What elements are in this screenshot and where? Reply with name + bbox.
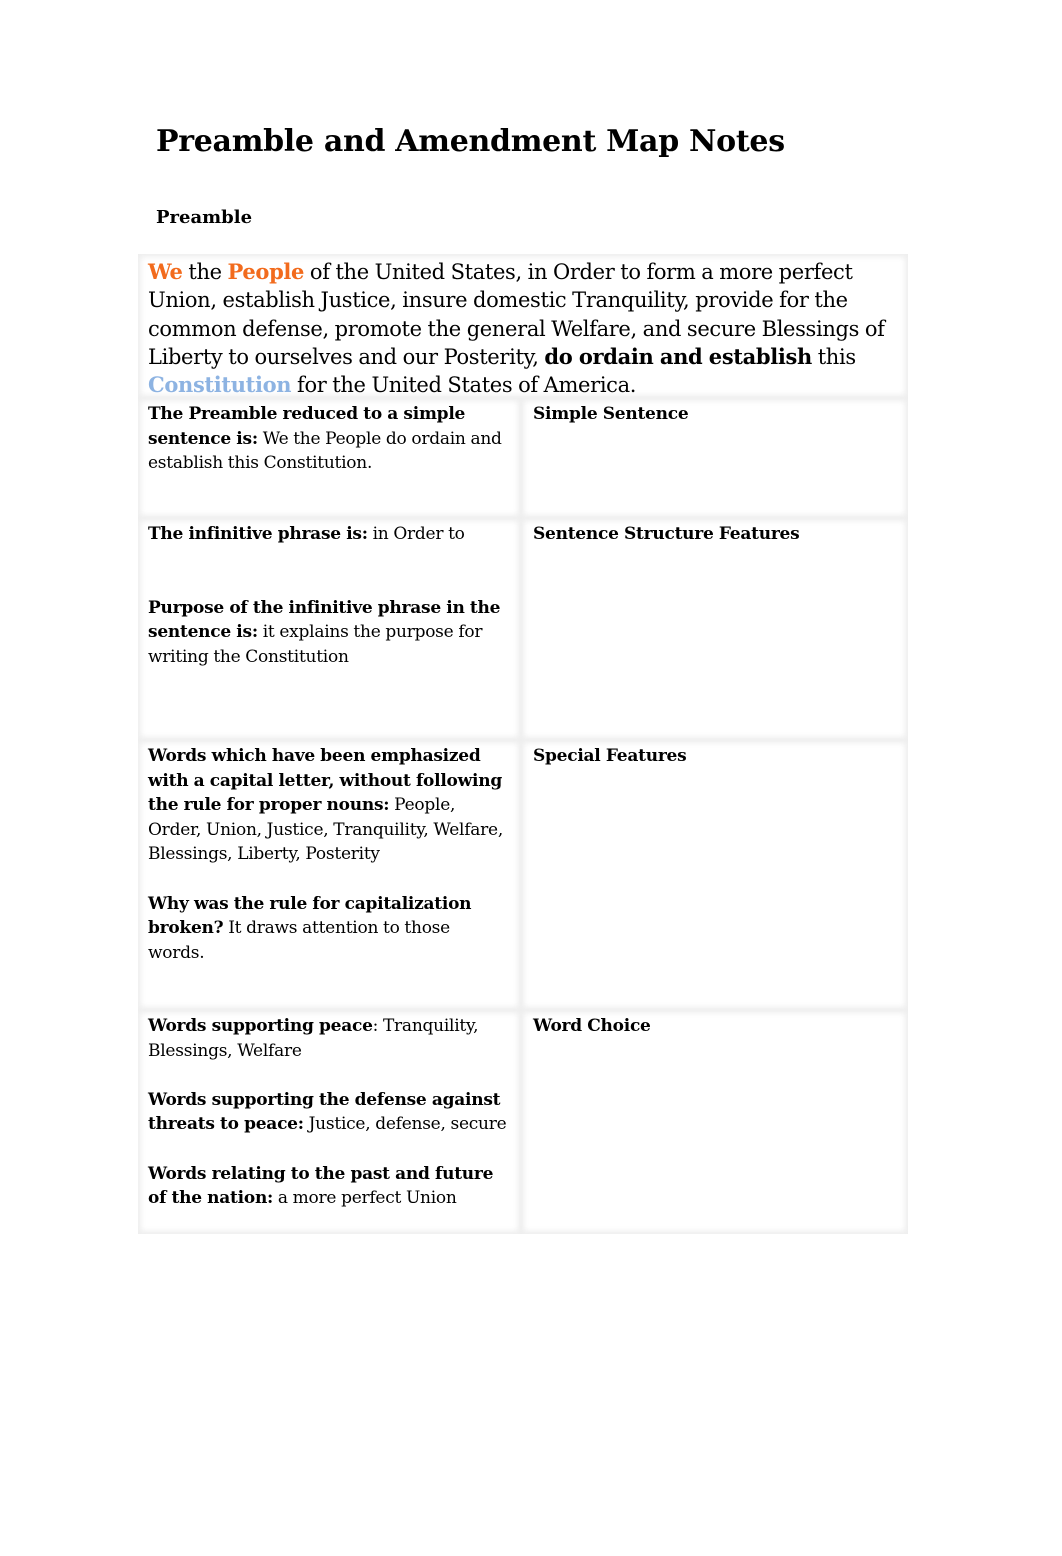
note-entry: Words relating to the past and future of… — [148, 1162, 511, 1211]
preamble-fragment: this — [811, 344, 856, 369]
table-row: Words supporting peace: Tranquility, Ble… — [138, 1010, 908, 1234]
note-label: The infinitive phrase is: — [148, 524, 368, 544]
preamble-notes-table: We the People of the United States, in O… — [138, 254, 908, 1234]
category-cell: Simple Sentence — [521, 398, 908, 518]
category-cell: Word Choice — [521, 1010, 908, 1234]
table-row: Words which have been emphasized with a … — [138, 740, 908, 1010]
preamble-fragment: for the United States of America. — [291, 373, 637, 398]
category-heading: Simple Sentence — [533, 404, 689, 424]
notes-cell: Words supporting peace: Tranquility, Ble… — [138, 1010, 521, 1234]
note-entry: Why was the rule for capitalization brok… — [148, 892, 511, 966]
note-entry: The infinitive phrase is: in Order to — [148, 522, 511, 547]
highlight-people: People — [227, 259, 305, 284]
note-label: Words supporting peace — [148, 1016, 373, 1036]
category-heading: Word Choice — [533, 1016, 651, 1036]
preamble-text: We the People of the United States, in O… — [148, 258, 898, 399]
note-value: in Order to — [367, 524, 465, 544]
preamble-text-cell: We the People of the United States, in O… — [138, 254, 908, 398]
category-cell: Special Features — [521, 740, 908, 1010]
notes-cell: Words which have been emphasized with a … — [138, 740, 521, 1010]
table-row: The Preamble reduced to a simple sentenc… — [138, 398, 908, 518]
note-value: a more perfect Union — [273, 1188, 457, 1209]
note-value: Justice, defense, secure — [303, 1114, 507, 1135]
note-entry: Words supporting the defense against thr… — [148, 1088, 511, 1137]
highlight-ordain: do ordain and establish — [544, 343, 812, 369]
note-entry: Words supporting peace: Tranquility, Ble… — [148, 1014, 511, 1063]
category-heading: Special Features — [533, 746, 687, 766]
notes-cell: The Preamble reduced to a simple sentenc… — [138, 398, 521, 518]
table-row: The infinitive phrase is: in Order to Pu… — [138, 518, 908, 740]
category-cell: Sentence Structure Features — [521, 518, 908, 740]
document-title: Preamble and Amendment Map Notes — [156, 124, 785, 159]
preamble-fragment: the — [182, 260, 228, 284]
category-heading: Sentence Structure Features — [533, 524, 800, 544]
section-heading-preamble: Preamble — [156, 207, 253, 228]
note-entry: Purpose of the infinitive phrase in the … — [148, 596, 511, 670]
note-entry: Words which have been emphasized with a … — [148, 744, 511, 867]
notes-cell: The infinitive phrase is: in Order to Pu… — [138, 518, 521, 740]
highlight-we: We — [148, 259, 183, 284]
note-entry: The Preamble reduced to a simple sentenc… — [148, 402, 511, 476]
highlight-constitution: Constitution — [148, 372, 292, 398]
